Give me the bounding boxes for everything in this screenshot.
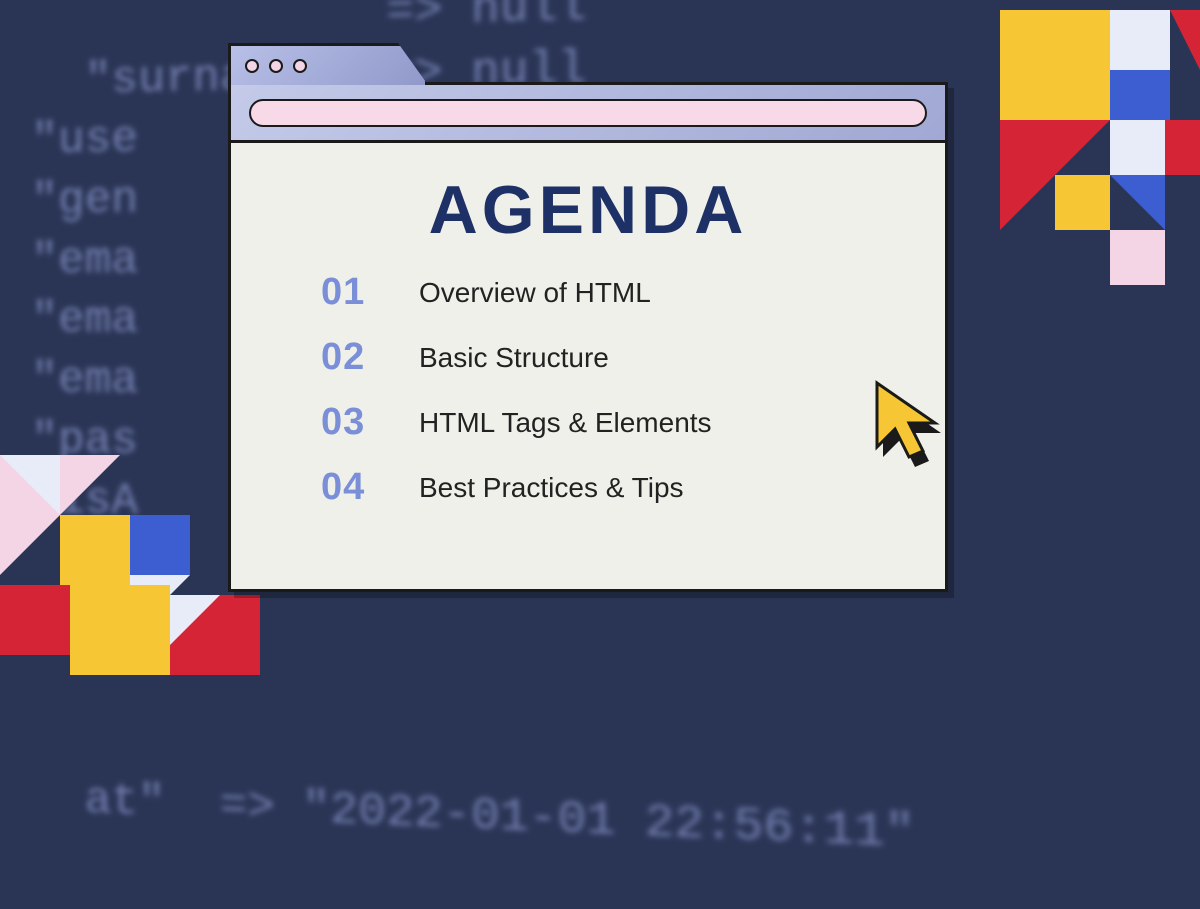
cursor-icon <box>865 375 955 475</box>
agenda-number: 01 <box>321 271 389 314</box>
window-dot <box>245 59 259 73</box>
retro-browser-window: AGENDA 01 Overview of HTML 02 Basic Stru… <box>228 82 948 592</box>
window-content: AGENDA 01 Overview of HTML 02 Basic Stru… <box>231 143 945 529</box>
agenda-label: Overview of HTML <box>419 277 651 309</box>
slide-title: AGENDA <box>291 171 885 249</box>
agenda-number: 03 <box>321 401 389 444</box>
window-dot <box>293 59 307 73</box>
agenda-label: HTML Tags & Elements <box>419 407 712 439</box>
window-tab-bar <box>228 43 428 85</box>
window-title-bar <box>231 85 945 143</box>
agenda-number: 04 <box>321 466 389 509</box>
agenda-item: 04 Best Practices & Tips <box>321 466 885 509</box>
agenda-item: 01 Overview of HTML <box>321 271 885 314</box>
agenda-item: 03 HTML Tags & Elements <box>321 401 885 444</box>
agenda-label: Best Practices & Tips <box>419 472 684 504</box>
agenda-item: 02 Basic Structure <box>321 336 885 379</box>
url-bar <box>249 99 927 127</box>
agenda-list: 01 Overview of HTML 02 Basic Structure 0… <box>291 271 885 509</box>
window-dot <box>269 59 283 73</box>
agenda-label: Basic Structure <box>419 342 609 374</box>
agenda-number: 02 <box>321 336 389 379</box>
